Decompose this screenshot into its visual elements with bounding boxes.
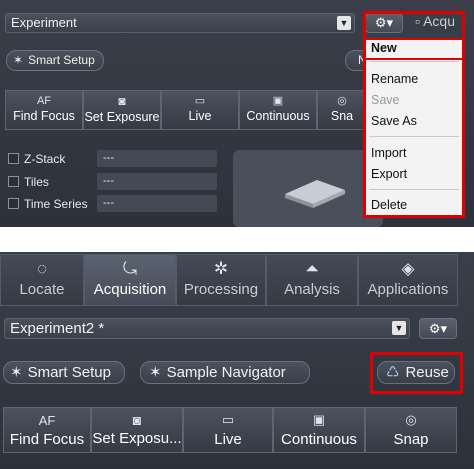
- snap-label: Snap: [393, 431, 429, 448]
- sample-navigator-label: Sample Navigator: [166, 364, 286, 381]
- sample-navigator-icon: ✶: [149, 364, 162, 381]
- continuous-icon: ▣: [312, 412, 326, 427]
- sample-preview-area: [233, 150, 383, 227]
- set-exposure-button[interactable]: ◙ Set Exposure: [83, 90, 161, 130]
- tiles-checkbox[interactable]: Tiles: [8, 175, 49, 189]
- top-screenshot-panel: Experiment ▼ ⚙▾ ▫ Acqu ✶ Smart Setup N AF…: [0, 0, 474, 227]
- time-series-value: ---: [97, 195, 217, 212]
- acquisition-icon: ⤿: [122, 259, 138, 278]
- experiment-combo[interactable]: Experiment2 * ▼: [4, 318, 410, 339]
- camera-icon: ◙: [118, 94, 126, 108]
- checkbox-box[interactable]: [8, 198, 19, 209]
- experiment-combo[interactable]: Experiment ▼: [5, 13, 355, 33]
- find-focus-button[interactable]: AF Find Focus: [5, 90, 83, 130]
- tab-applications[interactable]: ◈ Applications: [358, 254, 458, 306]
- continuous-button[interactable]: ▣ Continuous: [239, 90, 317, 130]
- sample-navigator-button[interactable]: ✶ Sample Navigator: [140, 361, 310, 384]
- smart-setup-icon: ✶: [10, 364, 23, 381]
- snap-icon: ◎: [405, 412, 417, 427]
- tab-analysis-label: Analysis: [284, 281, 340, 298]
- snap-button-partial[interactable]: ◎ Sna: [317, 90, 367, 130]
- processing-icon: ✲: [213, 259, 229, 278]
- camera-icon: ◙: [132, 412, 142, 428]
- sample-holder-icon: [285, 180, 345, 208]
- smart-setup-label: Smart Setup: [28, 53, 95, 67]
- snap-label: Sna: [330, 109, 354, 123]
- tab-processing[interactable]: ✲ Processing: [176, 254, 266, 306]
- settings-gear-button[interactable]: ⚙▾: [419, 318, 457, 339]
- time-series-checkbox[interactable]: Time Series: [8, 197, 88, 211]
- snap-icon: ◎: [337, 95, 347, 107]
- tab-acquisition-label: Acquisition: [93, 281, 167, 298]
- af-icon: AF: [36, 95, 52, 107]
- tab-locate-label: Locate: [19, 281, 65, 298]
- z-stack-checkbox[interactable]: Z-Stack: [8, 152, 65, 166]
- chevron-down-icon[interactable]: ▼: [337, 16, 351, 30]
- continuous-icon: ▣: [272, 95, 284, 107]
- checkbox-box[interactable]: [8, 153, 19, 164]
- experiment-value: Experiment: [11, 15, 77, 30]
- set-exposure-button[interactable]: ◙ Set Exposu...: [91, 407, 183, 453]
- set-exposure-label: Set Exposu...: [92, 430, 182, 447]
- gear-icon: ⚙▾: [428, 321, 448, 336]
- locate-icon: ◌: [36, 259, 48, 278]
- applications-icon: ◈: [401, 259, 415, 278]
- z-stack-value: ---: [97, 150, 217, 167]
- continuous-button[interactable]: ▣ Continuous: [273, 407, 365, 453]
- live-label: Live: [214, 431, 242, 448]
- smart-setup-icon: ✶: [13, 53, 24, 67]
- time-series-label: Time Series: [24, 197, 88, 211]
- smart-setup-button[interactable]: ✶ Smart Setup: [6, 50, 104, 71]
- smart-setup-label: Smart Setup: [27, 364, 111, 381]
- af-icon: AF: [38, 413, 56, 428]
- acquisition-button-row: AF Find Focus ◙ Set Exposu... ▭ Live ▣ C…: [3, 407, 457, 453]
- live-button[interactable]: ▭ Live: [161, 90, 239, 130]
- tab-acquisition[interactable]: ⤿ Acquisition: [84, 254, 176, 306]
- tab-analysis[interactable]: ⏶ Analysis: [266, 254, 358, 306]
- chevron-down-icon[interactable]: ▼: [392, 321, 406, 335]
- continuous-label: Continuous: [246, 109, 310, 123]
- live-icon: ▭: [221, 412, 235, 427]
- tiles-value: ---: [97, 173, 217, 190]
- tab-processing-label: Processing: [183, 281, 259, 298]
- snap-button[interactable]: ◎ Snap: [365, 407, 457, 453]
- smart-setup-button[interactable]: ✶ Smart Setup: [3, 361, 125, 384]
- set-exposure-label: Set Exposure: [84, 110, 160, 124]
- live-icon: ▭: [194, 95, 206, 107]
- tab-applications-label: Applications: [367, 281, 449, 298]
- acquisition-button-row: AF Find Focus ◙ Set Exposure ▭ Live ▣ Co…: [5, 90, 367, 130]
- find-focus-button[interactable]: AF Find Focus: [3, 407, 91, 453]
- experiment-value: Experiment2 *: [10, 320, 105, 337]
- continuous-label: Continuous: [281, 431, 357, 448]
- highlight-box-new: [364, 38, 464, 60]
- live-label: Live: [188, 109, 212, 123]
- find-focus-label: Find Focus: [13, 109, 75, 123]
- checkbox-box[interactable]: [8, 176, 19, 187]
- highlight-box-reuse: [370, 352, 463, 394]
- find-focus-label: Find Focus: [9, 431, 85, 448]
- bottom-screenshot-panel: ◌ Locate ⤿ Acquisition ✲ Processing ⏶ An…: [0, 252, 474, 469]
- tiles-label: Tiles: [24, 175, 49, 189]
- live-button[interactable]: ▭ Live: [183, 407, 273, 453]
- z-stack-label: Z-Stack: [24, 152, 66, 166]
- tab-locate[interactable]: ◌ Locate: [0, 254, 84, 306]
- analysis-icon: ⏶: [305, 259, 319, 278]
